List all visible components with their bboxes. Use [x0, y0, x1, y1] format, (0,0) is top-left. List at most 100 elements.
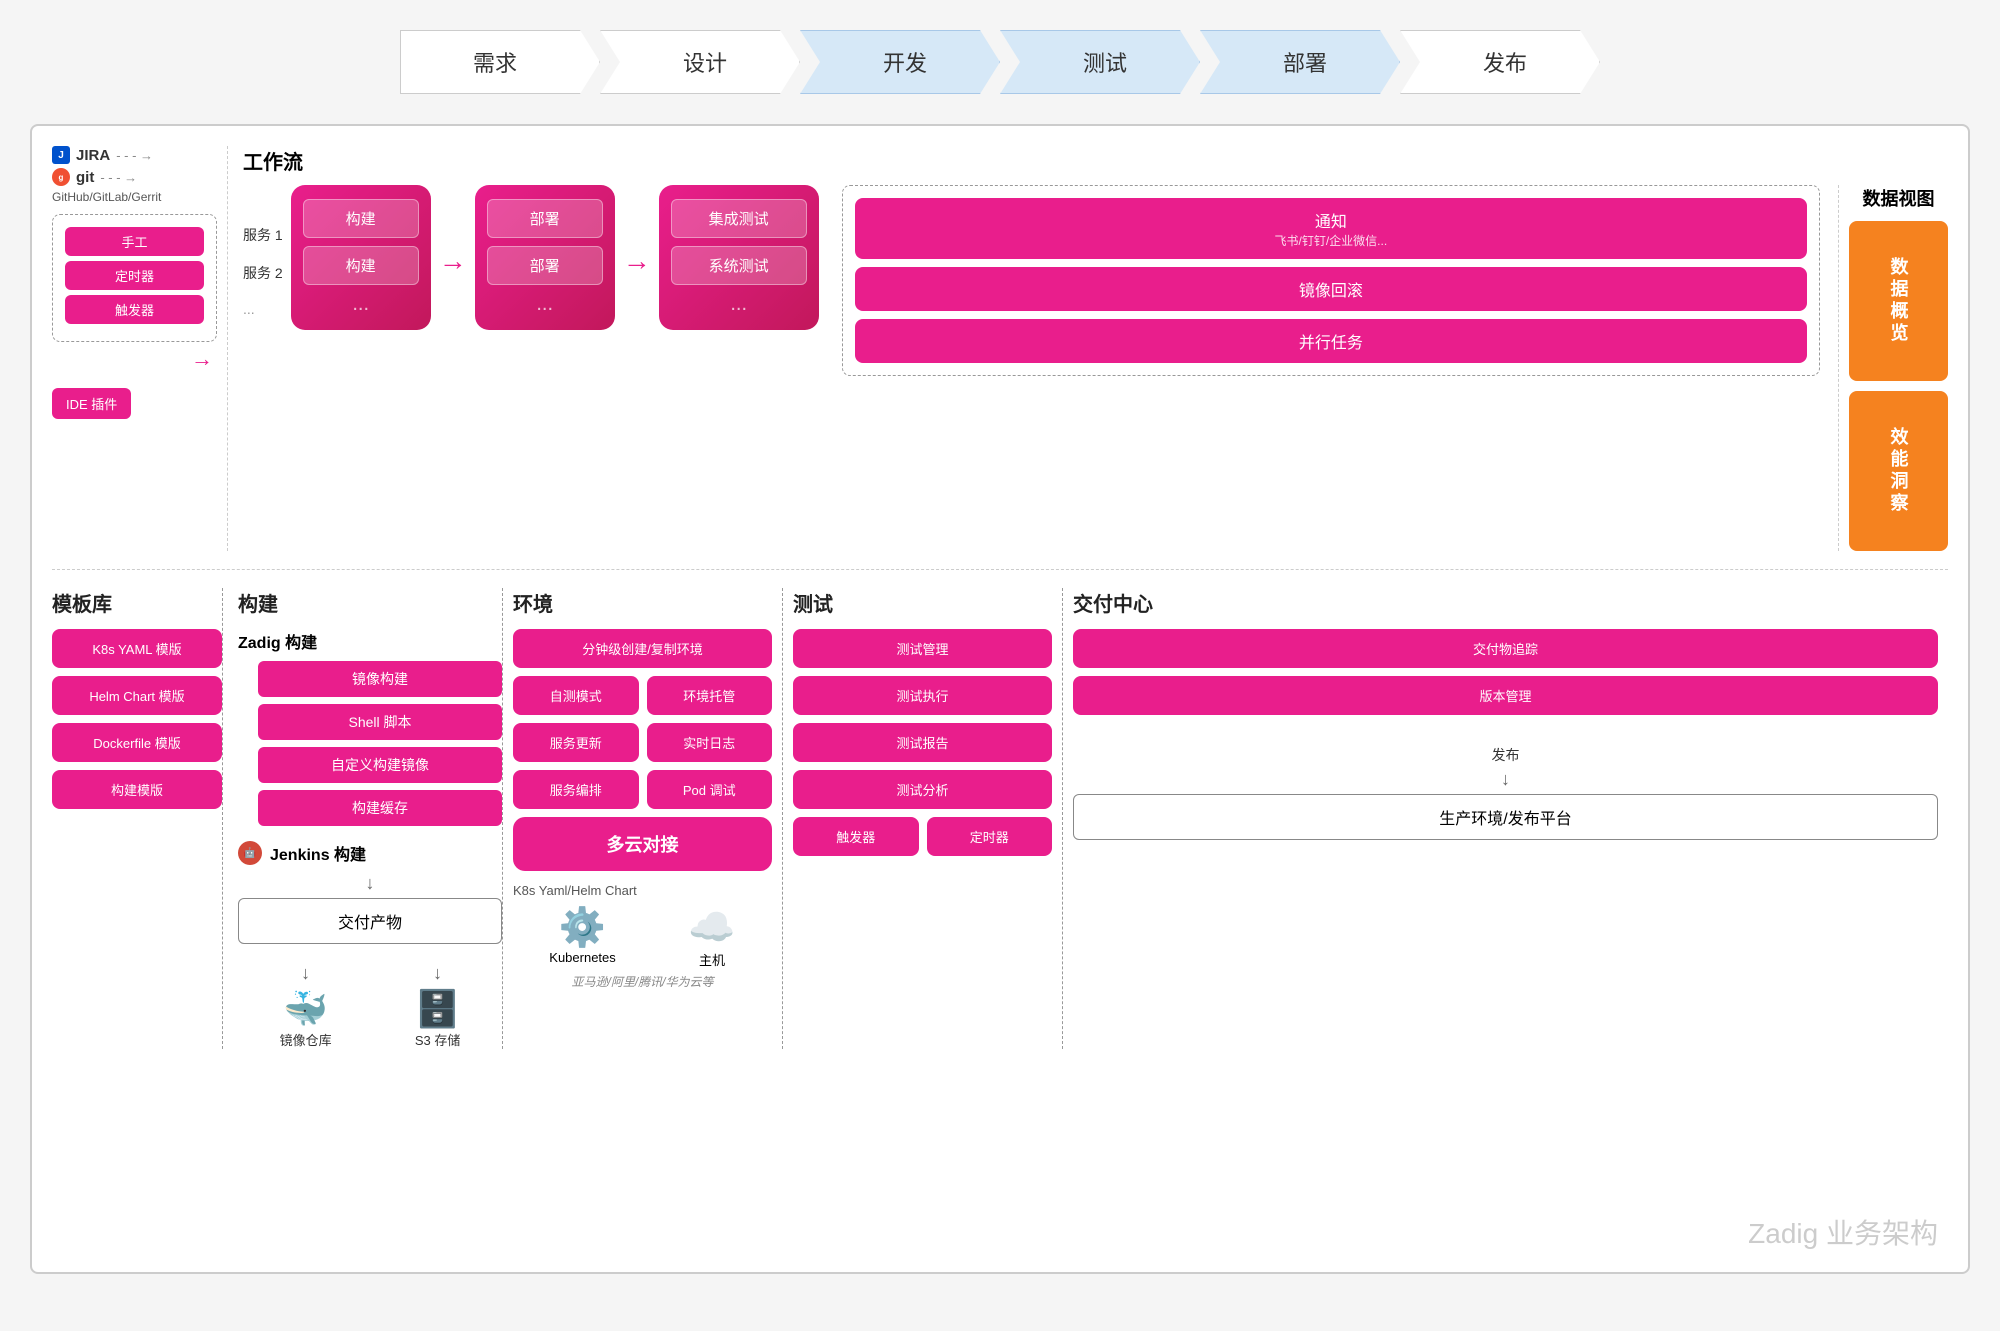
trigger-arrow: →	[56, 346, 213, 372]
jenkins-build-row: 🤖 Jenkins 构建	[238, 841, 502, 865]
pipeline-step-5: 发布	[1400, 30, 1600, 94]
deploy-dots: ...	[536, 293, 553, 316]
build-item-1: Shell 脚本	[258, 704, 502, 740]
jira-arrow: - - - →	[116, 148, 153, 163]
trigger-timer: 定时器	[65, 261, 204, 290]
env-service-update-label: 服务更新	[550, 736, 602, 751]
build-box-2: 构建	[303, 246, 419, 285]
jira-icon: J	[52, 146, 70, 164]
env-pod-debug-label: Pod 调试	[683, 783, 736, 798]
template-lib-section: 模板库 K8s YAML 模版 Helm Chart 模版 Dockerfile…	[52, 588, 222, 1049]
git-icon: g	[52, 168, 70, 186]
delivery-title: 交付中心	[1073, 588, 1938, 617]
build-item-label-0: 镜像构建	[352, 671, 408, 687]
test-execute-label: 测试执行	[896, 689, 948, 704]
left-panel: J JIRA - - - → g git - - - → GitHub/GitL…	[52, 146, 227, 419]
env-title: 环境	[513, 588, 772, 617]
image-repo-arrow: ↓	[280, 963, 332, 984]
environment-section: 环境 分钟级创建/复制环境 自测模式 环境托管	[502, 588, 782, 1049]
pipeline-step-0: 需求	[400, 30, 600, 94]
test-report: 测试报告	[793, 723, 1052, 762]
page-container: 需求 设计 开发 测试 部署 发布 J JIRA	[0, 0, 2000, 1294]
kubernetes-area: ⚙️ Kubernetes	[549, 906, 616, 969]
template-label-2: Dockerfile 模版	[93, 736, 180, 751]
publish-arrow: ↓	[1073, 769, 1938, 790]
env-hosting: 环境托管	[647, 676, 773, 715]
docker-icon: 🐳	[280, 988, 332, 1030]
env-row-0: 自测模式 环境托管	[513, 676, 772, 715]
zadig-footer: Zadig 业务架构	[1748, 1212, 1938, 1252]
data-overview-label: 数据概览	[1886, 257, 1912, 345]
template-label-3: 构建模版	[111, 783, 163, 798]
build-deploy-arrow: →	[439, 185, 467, 277]
template-lib-items: K8s YAML 模版 Helm Chart 模版 Dockerfile 模版 …	[52, 629, 222, 809]
notif-title: 通知	[871, 208, 1791, 232]
test-manage: 测试管理	[793, 629, 1052, 668]
s3-arrow: ↓	[415, 963, 461, 984]
main-diagram: J JIRA - - - → g git - - - → GitHub/GitL…	[30, 124, 1970, 1274]
pipeline-label-5: 发布	[1483, 46, 1527, 78]
jira-label: JIRA	[76, 147, 110, 164]
zadig-build-items: 镜像构建 Shell 脚本 自定义构建镜像 构建缓存	[258, 661, 502, 826]
integration-test-box: 集成测试	[671, 199, 807, 238]
build-item-0: 镜像构建	[258, 661, 502, 697]
pipeline-step-3: 测试	[1000, 30, 1200, 94]
multi-cloud-label: 多云对接	[607, 835, 679, 855]
build-item-label-1: Shell 脚本	[348, 714, 411, 730]
build-dots: ...	[352, 293, 369, 316]
service1-label: 服务 1	[243, 225, 283, 245]
publish-label: 发布	[1073, 745, 1938, 765]
pipeline-label-3: 测试	[1083, 46, 1127, 78]
host-label: 主机	[688, 950, 735, 969]
test-container: 集成测试 系统测试 ...	[659, 185, 819, 330]
env-service-update: 服务更新	[513, 723, 639, 762]
env-service-compose: 服务编排	[513, 770, 639, 809]
kubernetes-icon: ⚙️	[549, 906, 616, 950]
artifact-box: 交付产物	[238, 898, 502, 944]
repo-icons-row: ↓ 🐳 镜像仓库 ↓ 🗄️ S3 存储	[238, 959, 502, 1049]
s3-icon: 🗄️	[415, 988, 461, 1030]
test-row-trigger-timer: 触发器 定时器	[793, 817, 1052, 856]
test-trigger-label: 触发器	[836, 830, 875, 845]
git-label: git	[76, 169, 94, 186]
env-hosting-label: 环境托管	[683, 689, 735, 704]
pipeline-label-2: 开发	[883, 46, 927, 78]
build-item-label-2: 自定义构建镜像	[331, 757, 429, 773]
deploy-box-1: 部署	[487, 199, 603, 238]
artifact-label: 交付产物	[338, 915, 402, 932]
delivery-section: 交付中心 交付物追踪 版本管理 发布 ↓ 生产环境/发布平台	[1062, 588, 1948, 1049]
pipeline-label-1: 设计	[683, 46, 727, 78]
image-repo-label: 镜像仓库	[280, 1030, 332, 1049]
pipeline-step-2: 开发	[800, 30, 1000, 94]
template-label-0: K8s YAML 模版	[92, 642, 181, 657]
test-analysis: 测试分析	[793, 770, 1052, 809]
build-item-label-3: 构建缓存	[352, 800, 408, 816]
test-report-label: 测试报告	[896, 736, 948, 751]
build-title: 构建	[238, 588, 502, 617]
jira-line: J JIRA - - - →	[52, 146, 217, 164]
image-repo-area: ↓ 🐳 镜像仓库	[280, 959, 332, 1049]
test-manage-label: 测试管理	[896, 642, 948, 657]
notification-area: 通知 飞书/钉钉/企业微信... 镜像回滚 并行任务	[827, 185, 1820, 376]
s3-storage-area: ↓ 🗄️ S3 存储	[415, 959, 461, 1049]
version-manage-label: 版本管理	[1479, 689, 1531, 704]
env-self-test-label: 自测模式	[550, 689, 602, 704]
test-execute: 测试执行	[793, 676, 1052, 715]
env-realtime-log-label: 实时日志	[683, 736, 735, 751]
data-overview-box: 数据概览	[1849, 221, 1948, 381]
env-self-test: 自测模式	[513, 676, 639, 715]
env-service-compose-label: 服务编排	[550, 783, 602, 798]
pipeline-step-1: 设计	[600, 30, 800, 94]
jira-git-area: J JIRA - - - → g git - - - → GitHub/GitL…	[52, 146, 217, 204]
host-icon: ☁️	[688, 906, 735, 950]
production-box: 生产环境/发布平台	[1073, 794, 1938, 840]
pipeline-label-4: 部署	[1283, 46, 1327, 78]
github-label: GitHub/GitLab/Gerrit	[52, 190, 217, 204]
template-item-1: Helm Chart 模版	[52, 676, 222, 715]
template-item-3: 构建模版	[52, 770, 222, 809]
notif-box: 通知 飞书/钉钉/企业微信...	[855, 198, 1807, 259]
host-area: ☁️ 主机	[688, 906, 735, 969]
test-timer: 定时器	[927, 817, 1053, 856]
data-sidebar: 数据视图 数据概览 效能洞察	[1838, 185, 1948, 551]
data-view-title: 数据视图	[1849, 185, 1948, 211]
